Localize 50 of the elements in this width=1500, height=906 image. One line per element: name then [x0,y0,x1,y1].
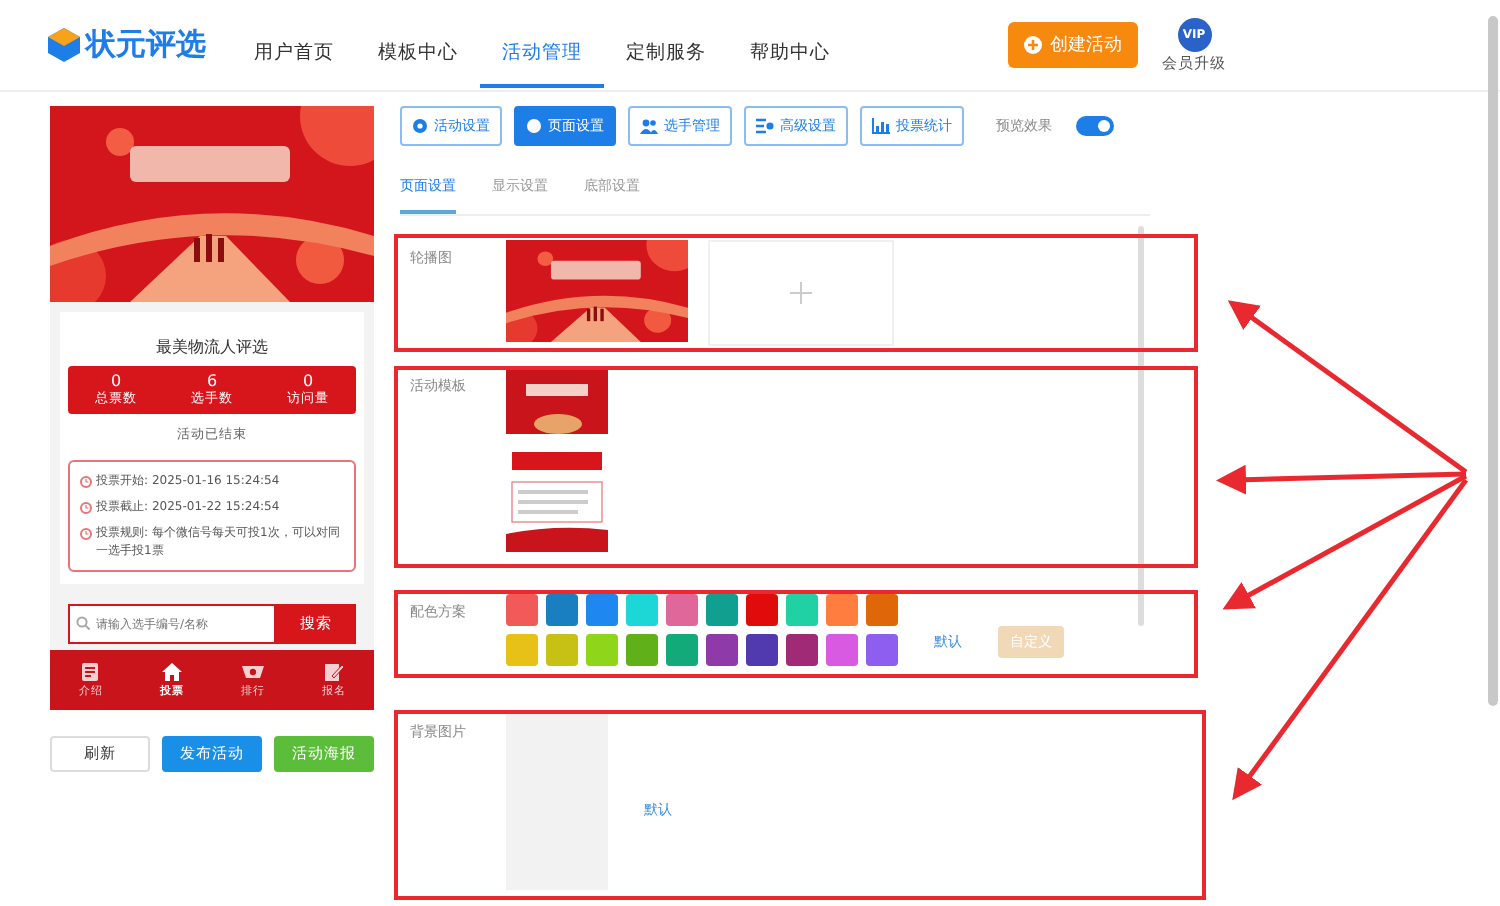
color-swatch[interactable] [786,634,818,666]
color-swatch[interactable] [626,594,658,626]
color-swatch[interactable] [626,634,658,666]
users-icon [640,118,658,134]
create-activity-button[interactable]: 创建活动 [1008,22,1138,68]
color-swatch[interactable] [786,594,818,626]
page-scrollbar[interactable] [1488,16,1498,706]
background-tile[interactable] [506,714,608,890]
color-swatch[interactable] [866,634,898,666]
activity-title: 最美物流人评选 [154,336,270,358]
stat-value: 6 [206,372,218,390]
color-swatch[interactable] [706,634,738,666]
plus-icon [790,282,812,304]
color-swatch[interactable] [506,634,538,666]
medal-icon [241,662,264,682]
color-swatch[interactable] [506,594,538,626]
color-swatch[interactable] [586,634,618,666]
add-image-tile[interactable] [708,240,894,346]
color-swatch[interactable] [546,634,578,666]
bar-chart-icon [872,118,890,134]
plus-circle-icon [1024,36,1042,54]
color-swatch[interactable] [746,594,778,626]
color-swatch[interactable] [666,634,698,666]
color-swatch[interactable] [586,594,618,626]
color-swatch[interactable] [826,634,858,666]
document-icon [80,662,101,682]
search-icon [76,616,90,630]
color-swatch[interactable] [706,594,738,626]
stat-value: 0 [302,372,314,390]
home-icon [161,662,182,682]
nav-link[interactable]: 用户首页 [232,11,356,87]
cube-logo-icon [48,28,80,62]
color-swatch[interactable] [866,594,898,626]
clock-icon [80,502,92,514]
edit-icon [323,662,344,682]
color-swatch[interactable] [746,634,778,666]
clock-icon [80,476,92,488]
color-swatch[interactable] [666,594,698,626]
nav-link[interactable]: 模板中心 [356,11,480,87]
nav-link[interactable]: 定制服务 [604,11,728,87]
clock-icon [80,528,92,540]
nav-link[interactable]: 活动管理 [480,11,604,87]
preview-toggle[interactable] [1076,116,1114,136]
nav-link[interactable]: 帮助中心 [728,11,852,87]
color-swatch[interactable] [546,594,578,626]
logo-text: 状元评选 [86,26,206,64]
sliders-icon [756,118,774,134]
color-swatch[interactable] [826,594,858,626]
scrollbar[interactable] [1138,226,1144,626]
stat-value: 0 [110,372,122,390]
